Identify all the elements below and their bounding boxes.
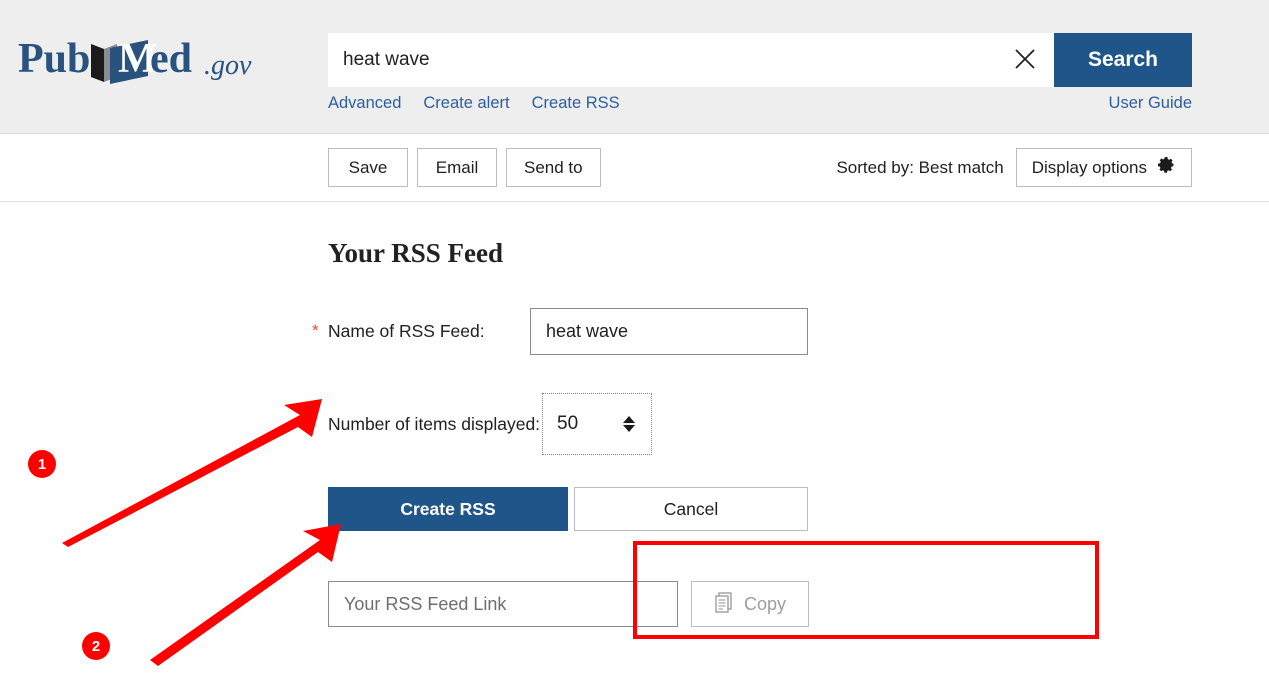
search-input-wrapper: [328, 33, 1054, 87]
form-buttons: Create RSS Cancel: [328, 487, 1269, 531]
sorted-by-label: Sorted by: Best match: [836, 158, 1003, 178]
feed-link-row: Copy: [328, 581, 1269, 627]
items-count-label: Number of items displayed:: [328, 414, 540, 435]
search-row: Search: [328, 33, 1192, 87]
svg-text:ed: ed: [150, 36, 192, 82]
toolbar-actions: Save Email Send to: [328, 148, 601, 187]
create-rss-button[interactable]: Create RSS: [328, 487, 568, 531]
search-input[interactable]: [329, 34, 997, 86]
user-guide-link[interactable]: User Guide: [1109, 94, 1192, 113]
site-header: Pub M ed .gov: [0, 0, 1269, 134]
header-links: Advanced Create alert Create RSS User Gu…: [328, 94, 1192, 116]
advanced-link[interactable]: Advanced: [328, 94, 401, 113]
number-of-items-value: 50: [557, 413, 578, 435]
search-area: Search Advanced Create alert Create RSS …: [328, 33, 1192, 116]
search-button[interactable]: Search: [1054, 33, 1192, 87]
copy-button[interactable]: Copy: [691, 581, 809, 627]
copy-document-icon: [714, 591, 734, 618]
rss-feed-link-input[interactable]: [328, 581, 678, 627]
create-rss-link[interactable]: Create RSS: [532, 94, 620, 113]
close-icon: [1012, 46, 1038, 75]
create-alert-link[interactable]: Create alert: [423, 94, 509, 113]
rss-feed-panel: Your RSS Feed * Name of RSS Feed: Number…: [0, 202, 1269, 627]
rss-feed-name-input[interactable]: [530, 308, 808, 355]
pubmed-logo[interactable]: Pub M ed .gov: [18, 32, 258, 88]
items-count-row: Number of items displayed: 50: [328, 399, 1269, 449]
clear-search-button[interactable]: [997, 34, 1053, 86]
svg-text:Pub: Pub: [18, 36, 90, 82]
email-button[interactable]: Email: [417, 148, 497, 187]
required-asterisk: *: [312, 321, 328, 341]
save-button[interactable]: Save: [328, 148, 408, 187]
display-options-label: Display options: [1032, 158, 1147, 178]
results-toolbar: Save Email Send to Sorted by: Best match…: [0, 134, 1269, 202]
number-of-items-select[interactable]: 50: [542, 393, 652, 455]
display-options-button[interactable]: Display options: [1016, 148, 1192, 187]
name-field-row: * Name of RSS Feed:: [328, 307, 1269, 355]
toolbar-display-controls: Sorted by: Best match Display options: [836, 148, 1192, 187]
send-to-button[interactable]: Send to: [506, 148, 601, 187]
name-field-label: Name of RSS Feed:: [328, 321, 530, 342]
gear-icon: [1156, 155, 1176, 180]
cancel-button[interactable]: Cancel: [574, 487, 808, 531]
page-title: Your RSS Feed: [328, 238, 1269, 269]
svg-text:.gov: .gov: [204, 50, 252, 81]
copy-button-label: Copy: [744, 594, 786, 615]
annotation-badge-2: 2: [82, 632, 110, 660]
up-down-chevron-icon[interactable]: [621, 414, 637, 434]
